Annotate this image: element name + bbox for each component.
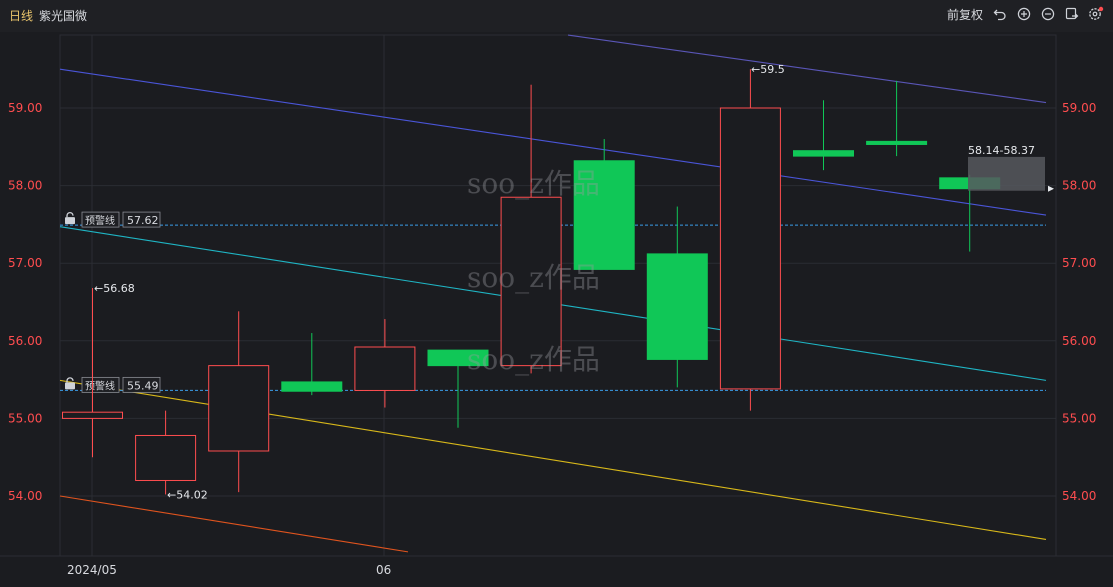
watermark: soo_z作品 bbox=[467, 343, 600, 376]
candle-body bbox=[62, 411, 123, 419]
alert-line-value: 57.62 bbox=[127, 214, 159, 227]
y-tick-label-right: 54.00 bbox=[1062, 489, 1096, 503]
alert-line-label: 预警线 bbox=[85, 379, 115, 392]
candle-body bbox=[866, 140, 928, 145]
price-annotation: ←59.5 bbox=[751, 63, 785, 76]
adjust-mode-button[interactable]: 前复权 bbox=[947, 6, 983, 23]
settings-icon[interactable] bbox=[1087, 5, 1105, 23]
y-tick-label-left: 59.00 bbox=[8, 101, 42, 115]
alert-line-value: 55.49 bbox=[127, 379, 159, 392]
watermarks: soo_z作品 soo_z作品 soo_z作品 bbox=[467, 167, 600, 376]
y-tick-label-left: 54.00 bbox=[8, 489, 42, 503]
y-tick-label-right: 58.00 bbox=[1062, 179, 1096, 193]
watermark: soo_z作品 bbox=[467, 261, 600, 294]
y-tick-label-left: 55.00 bbox=[8, 411, 42, 425]
y-tick-label-left: 56.00 bbox=[8, 334, 42, 348]
watermark: soo_z作品 bbox=[467, 167, 600, 200]
export-icon[interactable] bbox=[1063, 5, 1081, 23]
zoom-in-icon[interactable] bbox=[1015, 5, 1033, 23]
range-box-label: 58.14-58.37 bbox=[968, 144, 1035, 157]
period-selector[interactable]: 日线 bbox=[9, 9, 33, 23]
price-annotation: ←54.02 bbox=[167, 488, 208, 501]
y-tick-label-left: 57.00 bbox=[8, 256, 42, 270]
x-tick-label: 2024/05 bbox=[67, 563, 117, 577]
stock-name: 紫光国微 bbox=[39, 9, 88, 23]
candle-body bbox=[354, 346, 416, 391]
candle bbox=[719, 69, 781, 411]
candle-body bbox=[208, 365, 270, 452]
y-tick-label-right: 56.00 bbox=[1062, 334, 1096, 348]
undo-icon[interactable] bbox=[991, 5, 1009, 23]
candle-body bbox=[793, 150, 854, 157]
x-tick-label: 06 bbox=[376, 563, 391, 577]
zoom-out-icon[interactable] bbox=[1039, 5, 1057, 23]
range-box bbox=[968, 156, 1045, 191]
price-annotation: ←56.68 bbox=[94, 282, 135, 295]
candle-body bbox=[281, 381, 343, 392]
candlestick-chart[interactable]: 预警线 57.62 预警线 55.49 59.00 59.00 58.00 58.00 57.… bbox=[0, 32, 1113, 583]
y-tick-label-right: 59.00 bbox=[1062, 101, 1096, 115]
y-tick-label-left: 58.00 bbox=[8, 179, 42, 193]
chart-header: 日线 紫光国微 前复权 bbox=[0, 0, 1113, 32]
chart-title: 日线 紫光国微 bbox=[9, 7, 87, 24]
y-tick-label-right: 57.00 bbox=[1062, 256, 1096, 270]
y-tick-label-right: 55.00 bbox=[1062, 411, 1096, 425]
chart-canvas[interactable]: 预警线 57.62 预警线 55.49 59.00 59.00 58.00 58.00 57.… bbox=[0, 32, 1113, 583]
candle-body bbox=[135, 434, 197, 481]
candle-body bbox=[646, 253, 708, 360]
alert-line-label: 预警线 bbox=[85, 214, 115, 227]
chart-toolbar: 前复权 bbox=[947, 5, 1105, 23]
candle-body bbox=[719, 107, 781, 390]
